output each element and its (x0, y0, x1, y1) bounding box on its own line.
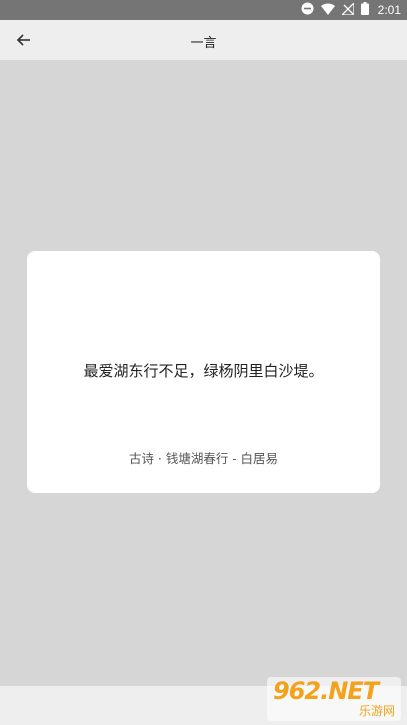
status-time: 2:01 (377, 3, 401, 17)
page-title: 一言 (190, 36, 217, 51)
app-bar: 一言 (0, 20, 407, 60)
quote-source: 古诗 · 钱塘湖春行 - 白居易 (128, 451, 279, 466)
content-area: 最爱湖东行不足，绿杨阴里白沙堤。 古诗 · 钱塘湖春行 - 白居易 (0, 60, 407, 686)
do-not-disturb-icon (301, 2, 314, 18)
watermark-main-text: 962.NET (273, 677, 379, 705)
quote-card[interactable]: 最爱湖东行不足，绿杨阴里白沙堤。 古诗 · 钱塘湖春行 - 白居易 (27, 251, 380, 493)
no-signal-icon (340, 0, 355, 18)
wifi-icon (320, 3, 335, 18)
watermark-sub-text: 乐游网 (358, 704, 395, 718)
status-icons: 2:01 (301, 0, 401, 20)
quote-text: 最爱湖东行不足，绿杨阴里白沙堤。 (83, 362, 324, 380)
status-bar: 2:01 (0, 0, 407, 20)
battery-icon (360, 2, 369, 18)
watermark-logo: 962.NET 乐游网 (267, 677, 401, 721)
